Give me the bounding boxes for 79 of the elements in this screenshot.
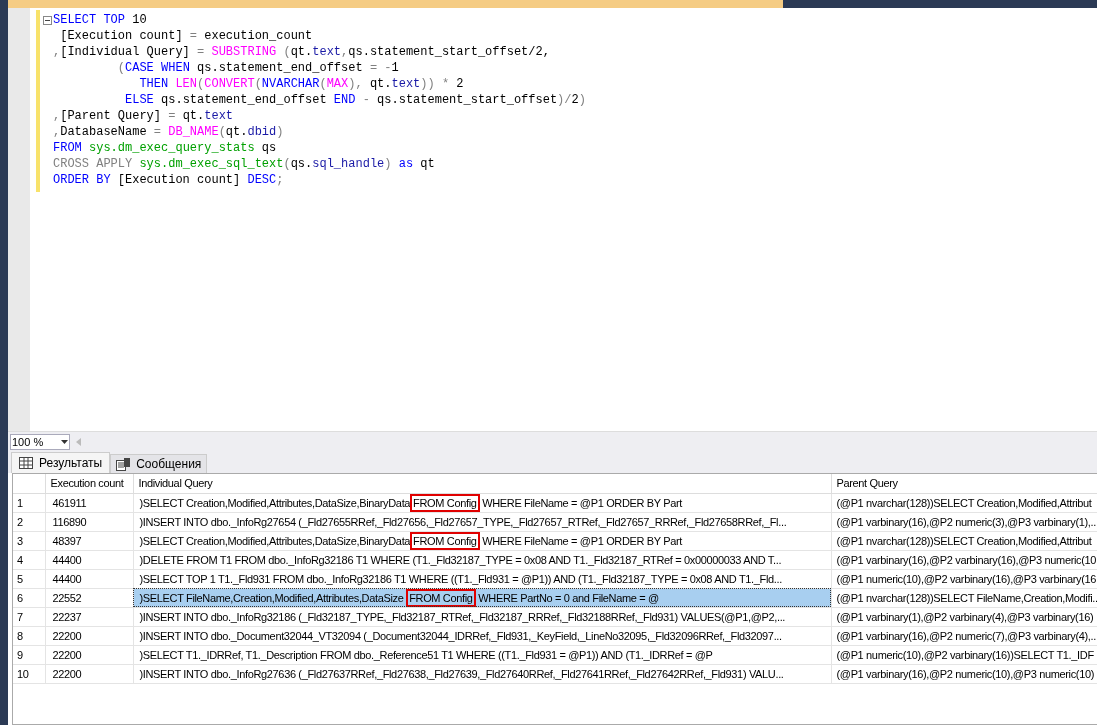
query-text: )SELECT T1._IDRRef, T1._Description FROM dbo._Reference51 T1 WHERE ((T1._Fld931 = @P1)) AND (T1._IDRRef = @P bbox=[139, 648, 713, 661]
code-line: ,[Parent Query] = qt.text bbox=[53, 108, 235, 124]
query-cell[interactable]: )INSERT INTO dbo._InfoRg27654 (_Fld27655RRef,_Fld27656,_Fld27657_TYPE,_Fld27657_RTRef,_Fld27657_RRRef,_Fld27658RRef,_Fl... bbox=[133, 512, 831, 531]
code-line: FROM sys.dm_exec_query_stats qs bbox=[53, 140, 278, 156]
highlight-box: FROM Config bbox=[410, 493, 480, 511]
query-cell[interactable]: )SELECT Creation,Modified,Attributes,DataSize,BinaryData FROM Config WHERE FileName = @P1 ORDER BY Part bbox=[133, 493, 831, 512]
code-line: ,DatabaseName = DB_NAME(qt.dbid) bbox=[53, 124, 285, 140]
table-cell: (@P1 nvarchar(128))SELECT Creation,Modified,Attribut bbox=[831, 531, 1097, 550]
code-line: ,[Individual Query] = SUBSTRING (qt.text,qs.statement_start_offset/2, bbox=[53, 44, 551, 60]
query-cell[interactable]: )INSERT INTO dbo._Document32044_VT32094 (_Document32044_IDRRef,_Fld931,_KeyField,_LineNo32095,_Fld32096RRef,_Fld32097... bbox=[133, 626, 831, 645]
query-cell[interactable]: )SELECT FileName,Creation,Modified,Attributes,DataSize FROM Config WHERE PartNo = 0 and FileName = @ bbox=[133, 588, 831, 607]
results-tab[interactable]: Результаты bbox=[11, 452, 111, 473]
code-line: (CASE WHEN qs.statement_end_offset = -1 bbox=[116, 60, 400, 76]
table-cell: 44400 bbox=[45, 550, 133, 569]
results-tab[interactable]: Сообщения bbox=[110, 454, 208, 473]
zoom-dropdown[interactable]: 100 % bbox=[10, 433, 70, 450]
table-cell: (@P1 varbinary(16),@P2 varbinary(16),@P3 numeric(10 bbox=[831, 550, 1097, 569]
row-number: 8 bbox=[13, 626, 45, 645]
query-text: WHERE FileName = @P1 ORDER BY Part bbox=[481, 496, 683, 509]
table-cell: (@P1 numeric(10),@P2 varbinary(16))SELECT T1._IDF bbox=[831, 645, 1097, 664]
table-cell: 22200 bbox=[45, 626, 133, 645]
query-cell[interactable]: )INSERT INTO dbo._InfoRg32186 (_Fld32187_TYPE,_Fld32187_RTRef,_Fld32187_RRRef,_Fld32188RRef,_Fld931) VALUES(@P1,@P2,... bbox=[133, 607, 831, 626]
table-cell: 22200 bbox=[45, 664, 133, 683]
query-cell[interactable]: )SELECT Creation,Modified,Attributes,DataSize,BinaryData FROM Config WHERE FileName = @P1 ORDER BY Part bbox=[133, 531, 831, 550]
row-number: 5 bbox=[13, 569, 45, 588]
document-tab[interactable] bbox=[8, 0, 783, 8]
table-cell: (@P1 nvarchar(128))SELECT FileName,Creation,Modifi.. bbox=[831, 588, 1097, 607]
code-line: ELSE qs.statement_end_offset END - qs.statement_start_offset)/2) bbox=[124, 92, 586, 108]
table-cell: (@P1 varbinary(16),@P2 numeric(10),@P3 numeric(10) bbox=[831, 664, 1097, 683]
row-number: 3 bbox=[13, 531, 45, 550]
zoom-value: 100 % bbox=[12, 434, 44, 449]
query-cell[interactable]: )SELECT T1._IDRRef, T1._Description FROM dbo._Reference51 T1 WHERE ((T1._Fld931 = @P1)) AND (T1._IDRRef = @P bbox=[133, 645, 831, 664]
query-text: WHERE PartNo = 0 and FileName = @ bbox=[477, 591, 659, 604]
caret-icon bbox=[61, 439, 68, 444]
scroll-left-icon[interactable] bbox=[76, 437, 81, 446]
column-header[interactable]: Parent Query bbox=[831, 474, 1097, 493]
column-header[interactable]: Individual Query bbox=[133, 474, 831, 493]
table-cell: (@P1 numeric(10),@P2 varbinary(16),@P3 varbinary(16 bbox=[831, 569, 1097, 588]
row-number: 4 bbox=[13, 550, 45, 569]
query-text: )DELETE FROM T1 FROM dbo._InfoRg32186 T1 WHERE (T1._Fld32187_TYPE = 0x08 AND T1._Fld32187_RTRef = 0x00000033 AND T... bbox=[139, 553, 782, 566]
messages-icon bbox=[116, 457, 131, 471]
code-line: ORDER BY [Execution count] DESC; bbox=[53, 172, 285, 188]
row-number: 7 bbox=[13, 607, 45, 626]
query-text: WHERE FileName = @P1 ORDER BY Part bbox=[481, 534, 683, 547]
highlight-box: FROM Config bbox=[406, 588, 476, 606]
code-line: CROSS APPLY sys.dm_exec_sql_text(qs.sql_handle) as qt bbox=[53, 156, 436, 172]
code-line: THEN LEN(CONVERT(NVARCHAR(MAX), qt.text)) * 2 bbox=[138, 76, 465, 92]
query-text: )SELECT Creation,Modified,Attributes,DataSize,BinaryData bbox=[139, 496, 411, 509]
query-text: )INSERT INTO dbo._InfoRg27654 (_Fld27655RRef,_Fld27656,_Fld27657_TYPE,_Fld27657_RTRef,_Fld27657_RRRef,_Fld27658RRef,_Fl... bbox=[139, 515, 787, 528]
grid-icon bbox=[19, 457, 33, 469]
row-number: 6 bbox=[13, 588, 45, 607]
table-cell: 22237 bbox=[45, 607, 133, 626]
table-cell: (@P1 varbinary(1),@P2 varbinary(4),@P3 varbinary(16) bbox=[831, 607, 1097, 626]
query-text: )INSERT INTO dbo._InfoRg32186 (_Fld32187_TYPE,_Fld32187_RTRef,_Fld32187_RRRef,_Fld32188RRef,_Fld931) VALUES(@P1,@P2,... bbox=[139, 610, 786, 623]
highlight-box: FROM Config bbox=[410, 531, 480, 549]
table-cell: 44400 bbox=[45, 569, 133, 588]
table-cell: 22200 bbox=[45, 645, 133, 664]
code-line: [Execution count] = execution_count bbox=[59, 28, 314, 44]
table-cell: (@P1 varbinary(16),@P2 numeric(3),@P3 varbinary(1),.. bbox=[831, 512, 1097, 531]
query-text: )INSERT INTO dbo._Document32044_VT32094 (_Document32044_IDRRef,_Fld931,_KeyField,_LineNo32095,_Fld32096RRef,_Fld32097... bbox=[139, 629, 782, 642]
table-cell: (@P1 nvarchar(128))SELECT Creation,Modified,Attribut bbox=[831, 493, 1097, 512]
collapse-icon[interactable] bbox=[43, 16, 52, 25]
query-text: )SELECT Creation,Modified,Attributes,DataSize,BinaryData bbox=[139, 534, 411, 547]
query-text: )SELECT FileName,Creation,Modified,Attributes,DataSize bbox=[139, 591, 405, 604]
table-cell: (@P1 varbinary(16),@P2 numeric(7),@P3 varbinary(4),.. bbox=[831, 626, 1097, 645]
code-line: SELECT TOP 10 bbox=[53, 12, 148, 28]
table-cell: 116890 bbox=[45, 512, 133, 531]
query-text: )SELECT TOP 1 T1._Fld931 FROM dbo._InfoRg32186 T1 WHERE ((T1._Fld931 = @P1)) AND (T1._Fld32187_TYPE = 0x08 AND T1._Fld... bbox=[139, 572, 782, 585]
query-text: )INSERT INTO dbo._InfoRg27636 (_Fld27637RRef,_Fld27638,_Fld27639,_Fld27640RRef,_Fld27641RRef,_Fld27642RRef,_Fld931) VALU... bbox=[139, 667, 784, 680]
row-number: 9 bbox=[13, 645, 45, 664]
table-cell: 22552 bbox=[45, 588, 133, 607]
column-header[interactable]: Execution count bbox=[45, 474, 133, 493]
query-cell[interactable]: )DELETE FROM T1 FROM dbo._InfoRg32186 T1 WHERE (T1._Fld32187_TYPE = 0x08 AND T1._Fld32187_RTRef = 0x00000033 AND T... bbox=[133, 550, 831, 569]
row-number: 2 bbox=[13, 512, 45, 531]
table-cell: 48397 bbox=[45, 531, 133, 550]
row-number: 1 bbox=[13, 493, 45, 512]
query-cell[interactable]: )INSERT INTO dbo._InfoRg27636 (_Fld27637RRef,_Fld27638,_Fld27639,_Fld27640RRef,_Fld27641RRef,_Fld27642RRef,_Fld931) VALU... bbox=[133, 664, 831, 683]
row-number: 10 bbox=[13, 664, 45, 683]
table-cell: 461911 bbox=[45, 493, 133, 512]
